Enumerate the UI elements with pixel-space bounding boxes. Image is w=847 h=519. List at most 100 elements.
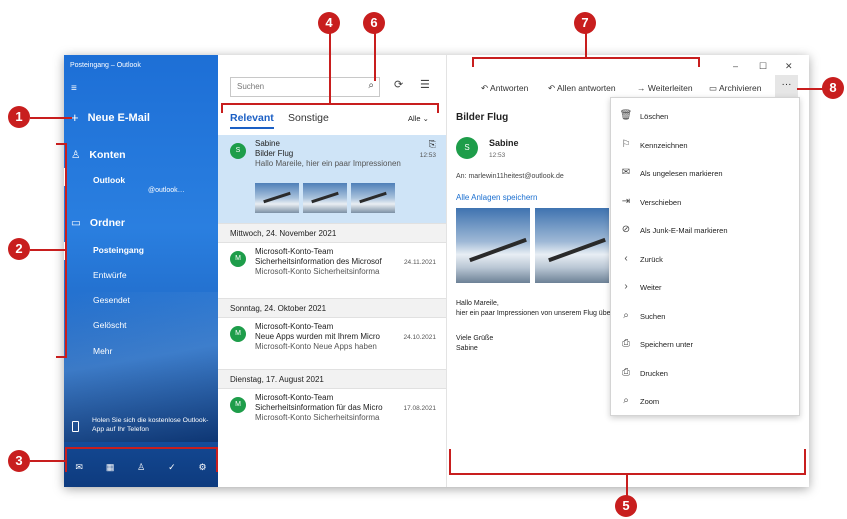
list-item[interactable]: M Microsoft-Konto-Team Sicherheitsinform… <box>218 243 446 288</box>
callout-bracket <box>65 143 67 358</box>
filter-dropdown[interactable]: Alle ⌄ <box>408 114 429 123</box>
new-mail-button[interactable]: + Neue E-Mail <box>71 110 150 125</box>
forward-icon: › <box>624 281 628 292</box>
menu-item-label: Als Junk-E-Mail markieren <box>640 226 728 235</box>
filter-list-icon[interactable]: ☰ <box>420 78 430 91</box>
forward-icon: → <box>637 83 646 93</box>
callout-bracket <box>804 449 806 475</box>
callout-bracket <box>472 57 700 59</box>
date-group-header: Sonntag, 24. Oktober 2021 <box>218 298 446 318</box>
callout-bracket <box>698 57 700 67</box>
callout-marker: 5 <box>615 495 637 517</box>
delete-icon: 🗑 <box>619 110 633 121</box>
email-time: 12:53 <box>489 152 506 159</box>
forward-label: Weiterleiten <box>647 83 693 93</box>
list-item[interactable]: M Microsoft-Konto-Team Neue Apps wurden … <box>218 318 446 363</box>
menu-item-move[interactable]: ⇥ Verschieben <box>611 188 799 216</box>
folders-label: Ordner <box>89 217 125 229</box>
mail-icon[interactable]: ✉ <box>75 462 83 473</box>
folders-header[interactable]: ▭ Ordner <box>71 217 125 229</box>
menu-item-next[interactable]: › Weiter <box>611 273 799 301</box>
minimize-icon[interactable]: – <box>733 61 738 71</box>
message-sender: Sabine <box>255 139 280 148</box>
search-icon[interactable]: ⌕ <box>368 80 374 91</box>
attachment-image[interactable] <box>456 208 530 283</box>
search-icon: ⌕ <box>623 310 629 321</box>
calendar-icon[interactable]: ▦ <box>106 462 115 473</box>
list-item[interactable]: M Microsoft-Konto-Team Sicherheitsinform… <box>218 389 446 434</box>
menu-item-save-as[interactable]: ⎙ Speichern unter <box>611 330 799 358</box>
callout-bracket <box>472 57 474 67</box>
envelope-icon: ✉ <box>621 167 631 178</box>
menu-item-label: Weiter <box>640 283 662 292</box>
maximize-icon[interactable]: ☐ <box>759 61 767 72</box>
forward-button[interactable]: → Weiterleiten <box>637 83 693 93</box>
menu-item-print[interactable]: ⎙ Drucken <box>611 359 799 387</box>
folder-item-more[interactable]: Mehr <box>93 346 112 356</box>
menu-item-junk[interactable]: ⊘ Als Junk-E-Mail markieren <box>611 216 799 244</box>
message-preview: Hallo Mareile, hier ein paar Impressione… <box>255 159 401 168</box>
account-email: @outlook… <box>148 187 185 194</box>
message-subject: Sicherheitsinformation für das Micro <box>255 403 383 412</box>
folder-item-deleted[interactable]: Gelöscht <box>93 320 127 330</box>
archive-button[interactable]: ▭ Archivieren <box>709 83 761 94</box>
signature-line: Viele Grüße <box>456 335 494 342</box>
callout-marker: 4 <box>318 12 340 34</box>
message-subject: Sicherheitsinformation des Microsof <box>255 257 382 266</box>
more-actions-menu: 🗑 Löschen ⚐ Kennzeichnen ✉ Als ungelesen ma… <box>610 97 800 416</box>
image-thumbnail[interactable] <box>303 183 347 213</box>
callout-bracket <box>216 447 218 472</box>
signature-line: Sabine <box>456 345 478 352</box>
callout-bracket <box>437 103 439 113</box>
search-box[interactable]: Suchen ⌕ <box>230 77 380 97</box>
filter-label: Alle <box>408 114 421 123</box>
search-placeholder: Suchen <box>237 82 265 91</box>
reply-all-button[interactable]: ↶ Allen antworten <box>548 83 616 94</box>
avatar: M <box>230 397 246 413</box>
people-icon[interactable]: ♙ <box>137 462 145 473</box>
app-promo[interactable]: Holen Sie sich die kostenlose Outlook-Ap… <box>64 411 218 447</box>
menu-item-zoom[interactable]: ⌕ Zoom <box>611 387 799 415</box>
image-thumbnail[interactable] <box>351 183 395 213</box>
account-name[interactable]: Outlook <box>93 175 125 185</box>
menu-item-search[interactable]: ⌕ Suchen <box>611 302 799 330</box>
callout-line <box>585 33 587 57</box>
folder-item-drafts[interactable]: Entwürfe <box>93 270 127 280</box>
menu-item-label: Löschen <box>640 112 669 121</box>
settings-icon[interactable]: ⚙ <box>198 462 206 473</box>
menu-item-label: Als ungelesen markieren <box>640 169 723 178</box>
message-preview: Microsoft-Konto Sicherheitsinforma <box>255 267 380 276</box>
email-sender: Sabine <box>489 138 519 148</box>
accounts-header[interactable]: ♙ Konten <box>71 149 126 161</box>
menu-item-label: Kennzeichnen <box>640 141 688 150</box>
move-icon: ⇥ <box>621 196 631 207</box>
accounts-label: Konten <box>89 149 126 161</box>
menu-item-flag[interactable]: ⚐ Kennzeichnen <box>611 131 799 159</box>
more-actions-button[interactable]: ··· <box>775 75 798 97</box>
folder-item-inbox[interactable]: Posteingang <box>93 245 144 255</box>
attachment-thumbnails <box>255 183 395 213</box>
email-signature: Viele Grüße Sabine <box>456 334 493 354</box>
sync-icon[interactable]: ⟳ <box>394 78 403 91</box>
tab-other[interactable]: Sonstige <box>288 112 329 124</box>
reply-label: Antworten <box>490 83 529 93</box>
menu-item-delete[interactable]: 🗑 Löschen <box>611 102 799 130</box>
reply-all-label: Allen antworten <box>557 83 616 93</box>
attachment-image[interactable] <box>535 208 609 283</box>
list-item-selected[interactable]: S Sabine Bilder Flug Hallo Mareile, hier… <box>218 135 446 223</box>
message-date: 17.08.2021 <box>403 405 436 412</box>
menu-item-label: Speichern unter <box>640 340 693 349</box>
zoom-icon: ⌕ <box>623 395 629 406</box>
reply-button[interactable]: ↶ Antworten <box>481 83 528 94</box>
todo-icon[interactable]: ✓ <box>168 462 176 473</box>
callout-line <box>30 249 65 251</box>
hamburger-menu-icon[interactable]: ≡ <box>71 83 77 94</box>
menu-item-mark-unread[interactable]: ✉ Als ungelesen markieren <box>611 159 799 187</box>
folder-item-sent[interactable]: Gesendet <box>93 295 130 305</box>
menu-item-back[interactable]: ‹ Zurück <box>611 245 799 273</box>
image-thumbnail[interactable] <box>255 183 299 213</box>
save-attachments-link[interactable]: Alle Anlagen speichern <box>456 193 537 202</box>
callout-bracket <box>56 143 67 145</box>
close-icon[interactable]: ✕ <box>785 61 793 72</box>
tab-relevant[interactable]: Relevant <box>230 112 274 129</box>
